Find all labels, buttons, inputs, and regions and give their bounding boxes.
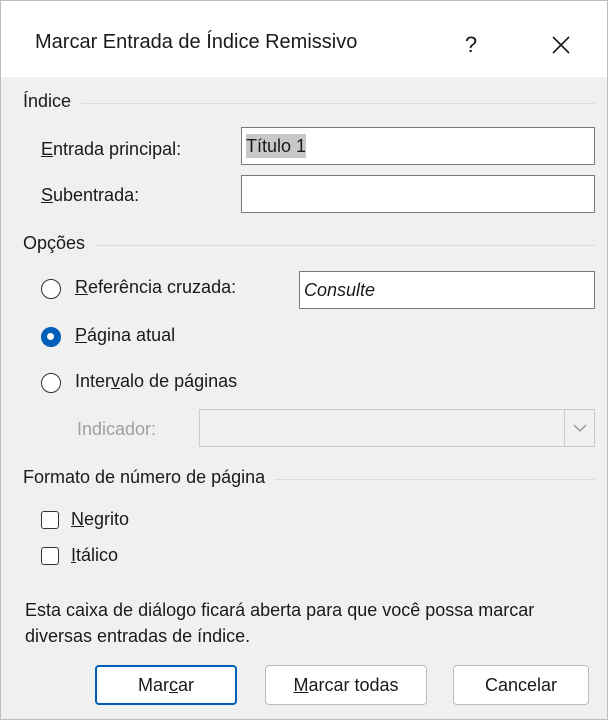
help-button[interactable]: ? bbox=[441, 23, 501, 67]
chevron-down-icon bbox=[573, 424, 587, 433]
page-range-label-text: alo de páginas bbox=[120, 371, 238, 391]
page-range-label[interactable]: Intervalo de páginas bbox=[75, 371, 237, 392]
subentry-label-text: ubentrada: bbox=[53, 185, 140, 205]
mark-all-accesskey: M bbox=[293, 675, 309, 695]
current-page-radio[interactable] bbox=[41, 327, 61, 347]
current-page-label-text: ágina atual bbox=[87, 325, 176, 345]
mark-button-accesskey: c bbox=[168, 675, 178, 695]
cross-reference-input[interactable]: Consulte bbox=[299, 271, 595, 309]
page-range-label-pre: Inter bbox=[75, 371, 112, 391]
options-section-label: Opções bbox=[23, 233, 96, 254]
mark-all-button-rest: arcar todas bbox=[308, 675, 399, 695]
cross-reference-value: Consulte bbox=[304, 280, 376, 300]
subentry-label: Subentrada: bbox=[41, 185, 139, 206]
cross-reference-radio[interactable] bbox=[41, 279, 61, 299]
subentry-label-accesskey: S bbox=[41, 185, 54, 205]
main-entry-label: Entrada principal: bbox=[41, 139, 181, 160]
current-page-accesskey: P bbox=[75, 325, 88, 345]
main-entry-label-text: ntrada principal: bbox=[53, 139, 182, 159]
mark-index-entry-dialog: Marcar Entrada de Índice Remissivo ? Índ… bbox=[0, 0, 608, 720]
title-bar: Marcar Entrada de Índice Remissivo ? bbox=[1, 1, 607, 89]
bold-label[interactable]: Negrito bbox=[71, 509, 129, 530]
page-range-radio[interactable] bbox=[41, 373, 61, 393]
main-entry-label-accesskey: E bbox=[41, 139, 54, 159]
mark-button-pre: Mar bbox=[137, 675, 169, 695]
bookmark-dropdown-button[interactable] bbox=[564, 410, 594, 446]
options-section-divider bbox=[25, 245, 595, 246]
format-section-label: Formato de número de página bbox=[23, 467, 276, 488]
bold-checkbox[interactable] bbox=[41, 511, 59, 529]
cross-reference-label[interactable]: Referência cruzada: bbox=[75, 277, 236, 298]
info-text: Esta caixa de diálogo ficará aberta para… bbox=[25, 600, 535, 646]
page-range-accesskey: v bbox=[111, 371, 121, 391]
bold-label-text: egrito bbox=[84, 509, 130, 529]
cross-reference-accesskey: R bbox=[75, 277, 88, 297]
main-entry-input[interactable]: Título 1 bbox=[241, 127, 595, 165]
mark-button[interactable]: Marcar bbox=[95, 665, 237, 705]
mark-button-rest: ar bbox=[177, 675, 194, 695]
bookmark-label: Indicador: bbox=[77, 419, 157, 439]
cancel-button[interactable]: Cancelar bbox=[453, 665, 589, 705]
main-entry-value: Título 1 bbox=[246, 134, 307, 158]
close-button[interactable] bbox=[531, 23, 591, 67]
subentry-input[interactable] bbox=[241, 175, 595, 213]
index-section-divider bbox=[25, 103, 595, 104]
dialog-title: Marcar Entrada de Índice Remissivo bbox=[35, 31, 358, 53]
bold-accesskey: N bbox=[71, 509, 84, 529]
italic-label[interactable]: Itálico bbox=[71, 545, 118, 566]
italic-checkbox[interactable] bbox=[41, 547, 59, 565]
italic-label-text: tálico bbox=[76, 545, 119, 565]
mark-all-button[interactable]: Marcar todas bbox=[265, 665, 427, 705]
index-section-label: Índice bbox=[23, 91, 82, 112]
current-page-label[interactable]: Página atual bbox=[75, 325, 175, 346]
cross-reference-label-text: eferência cruzada: bbox=[88, 277, 237, 297]
bookmark-combobox[interactable] bbox=[199, 409, 595, 447]
close-icon bbox=[552, 36, 570, 54]
